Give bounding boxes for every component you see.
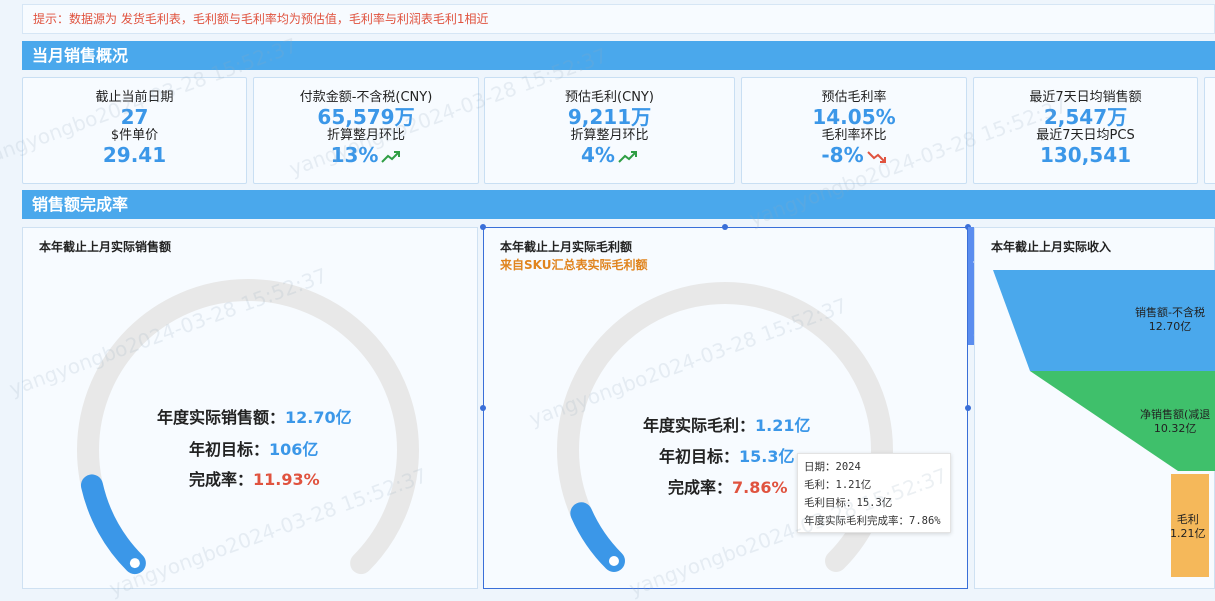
kpi-sub-value: 130,541 [1039, 143, 1132, 167]
kpi-card-margin-rate[interactable]: 预估毛利率 14.05% 毛利率环比 -8% [741, 77, 967, 184]
kpi-sub-label: 毛利率环比 [821, 128, 887, 143]
gauge-target: 年初目标：106亿 [189, 440, 319, 459]
gauge-knob [608, 556, 619, 567]
kpi-label: 预估毛利率 [821, 90, 887, 105]
kpi-value: 9,211万 [567, 105, 652, 129]
kpi-card-date[interactable]: 截止当前日期 27 $件单价 29.41 [22, 77, 247, 184]
trend-down-icon [866, 146, 887, 168]
trend-up-icon [618, 146, 638, 168]
kpi-label: 预估毛利(CNY) [565, 90, 654, 105]
kpi-card-partial[interactable] [1204, 77, 1215, 184]
section-title: 销售额完成率 [32, 195, 129, 214]
resize-handle[interactable] [965, 405, 971, 411]
gauge-target: 年初目标：15.3亿 [659, 447, 795, 466]
gauge-actual: 年度实际毛利：1.21亿 [643, 416, 811, 435]
gauge-chart [557, 282, 893, 573]
gauge-rate-value: 7.86% [732, 478, 788, 497]
section-header-monthly: 当月销售概况 [22, 41, 1215, 70]
section-header-completion: 销售额完成率 [22, 190, 1215, 219]
notice-text: 提示：数据源为 发货毛利表，毛利额与毛利率均为预估值，毛利率与利润表毛利1相近 [33, 12, 489, 26]
notice-banner: 提示：数据源为 发货毛利表，毛利额与毛利率均为预估值，毛利率与利润表毛利1相近 [22, 4, 1215, 34]
gauge-actual-value: 12.70亿 [285, 408, 352, 427]
kpi-sub-label: 最近7天日均PCS [1036, 128, 1135, 143]
kpi-sub-label: $件单价 [110, 128, 159, 143]
panel-annual-sales[interactable]: 本年截止上月实际销售额 年度实际销售额：12.70亿 年初目标：106亿 完成率… [22, 227, 478, 589]
tooltip-line: 日期：2024 [804, 461, 861, 473]
gauge-actual: 年度实际销售额：12.70亿 [157, 408, 352, 427]
gauge-rate: 完成率：7.86% [668, 478, 788, 497]
chart-tooltip: 日期：2024 毛利：1.21亿 毛利目标：15.3亿 年度实际毛利完成率：7.… [797, 453, 951, 533]
kpi-label: 最近7天日均销售额 [1029, 90, 1142, 105]
tooltip-line: 年度实际毛利完成率：7.86% [804, 515, 941, 527]
kpi-label: 付款金额-不含税(CNY) [299, 90, 433, 105]
funnel-label-net-sales: 净销售额(减退 10.32亿 [1140, 408, 1211, 435]
kpi-value: 2,547万 [1043, 105, 1128, 129]
kpi-sub-value: -8% [821, 143, 864, 167]
funnel-label-sales: 销售额-不含税 12.70亿 [1135, 306, 1205, 333]
resize-handle[interactable] [722, 224, 728, 230]
kpi-value: 27 [120, 105, 149, 129]
tooltip-line: 毛利目标：15.3亿 [804, 497, 893, 509]
gauge-knob [129, 558, 140, 569]
panel-annual-gross-profit[interactable]: 本年截止上月实际毛利额 来自SKU汇总表实际毛利额 年度实际毛利：1.21亿 年… [483, 227, 968, 589]
resize-handle[interactable] [480, 224, 486, 230]
kpi-card-gross-profit[interactable]: 预估毛利(CNY) 9,211万 折算整月环比 4% [484, 77, 735, 184]
kpi-card-7day[interactable]: 最近7天日均销售额 2,547万 最近7天日均PCS 130,541 [973, 77, 1198, 184]
gauge-actual-value: 1.21亿 [755, 416, 811, 435]
panel-annual-revenue[interactable]: 本年截止上月实际收入 销售额-不含税 12.70亿 净销售额(减退 10.32亿 毛… [974, 227, 1215, 589]
kpi-value: 14.05% [812, 105, 896, 129]
gauge-rate: 完成率：11.93% [189, 470, 320, 489]
kpi-sub-value: 13% [330, 143, 379, 167]
gauge-target-value: 15.3亿 [739, 447, 795, 466]
kpi-value: 65,579万 [317, 105, 415, 129]
kpi-sub-label: 折算整月环比 [326, 128, 405, 143]
gauge-progress [570, 502, 625, 573]
resize-handle[interactable] [480, 405, 486, 411]
tooltip-line: 毛利：1.21亿 [804, 479, 872, 491]
kpi-sub-value: 29.41 [102, 143, 167, 167]
gauge-rate-value: 11.93% [253, 470, 320, 489]
kpi-label: 截止当前日期 [95, 90, 174, 105]
kpi-card-payment[interactable]: 付款金额-不含税(CNY) 65,579万 折算整月环比 13% [253, 77, 479, 184]
kpi-sub-value: 4% [581, 143, 615, 167]
section-title: 当月销售概况 [32, 46, 129, 65]
trend-up-icon [381, 146, 401, 168]
kpi-sub-label: 折算整月环比 [570, 128, 649, 143]
funnel-label-gross-profit: 毛利 1.21亿 [1170, 513, 1206, 540]
gauge-progress [80, 474, 146, 575]
gauge-target-value: 106亿 [269, 440, 319, 459]
